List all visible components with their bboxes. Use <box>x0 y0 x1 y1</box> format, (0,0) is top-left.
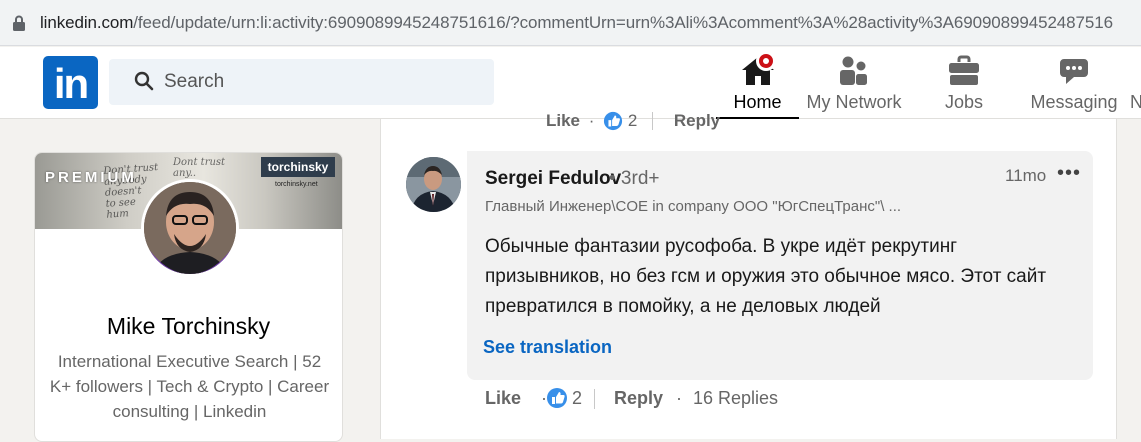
prev-reply-button[interactable]: Reply <box>674 111 720 131</box>
nav-home[interactable]: Home <box>716 47 799 119</box>
commenter-photo <box>406 157 461 212</box>
comment-author-name[interactable]: Sergei Fedulov <box>485 168 621 190</box>
comment-author-title: Главный Инженер\COE in company ООО "ЮгСп… <box>485 198 902 215</box>
banner-site: torchinsky.net <box>275 181 318 188</box>
url-path: /feed/update/urn:li:activity:69090899452… <box>133 13 1113 32</box>
people-icon <box>840 56 867 85</box>
briefcase-icon <box>949 55 979 85</box>
notification-badge <box>756 51 776 71</box>
search-input[interactable] <box>164 59 484 105</box>
nav-my-network-label: My Network <box>806 92 902 112</box>
url-text[interactable]: linkedin.com/feed/update/urn:li:activity… <box>40 13 1113 33</box>
search-box[interactable] <box>109 59 494 105</box>
prev-reaction-count[interactable]: 2 <box>628 111 637 131</box>
action-divider <box>594 389 595 409</box>
commenter-avatar[interactable] <box>406 157 461 212</box>
premium-label: PREMIUM <box>45 169 137 186</box>
chat-icon <box>1060 59 1088 84</box>
search-icon <box>134 71 154 91</box>
previous-comment-actions: Like · 2 Reply <box>546 110 721 131</box>
nav-messaging[interactable]: Messaging <box>1027 47 1121 119</box>
profile-name[interactable]: Mike Torchinsky <box>35 313 342 340</box>
more-options-icon[interactable]: ••• <box>1057 162 1081 185</box>
profile-headline: International Executive Search | 52 K+ f… <box>49 352 330 421</box>
comment-text: Обычные фантазии русофоба. В укре идёт р… <box>485 236 1047 317</box>
comments-section: Like · 2 Reply Sergei Fedulov • 3rd+ 11m… <box>380 111 1117 439</box>
like-reaction-icon <box>547 388 567 408</box>
profile-avatar[interactable]: #HIRING <box>141 179 239 277</box>
nav-my-network[interactable]: My Network <box>802 47 906 119</box>
linkedin-logo[interactable]: in <box>43 56 98 109</box>
prev-like-reaction-icon <box>604 111 623 130</box>
browser-address-bar[interactable]: linkedin.com/feed/update/urn:li:activity… <box>0 0 1141 46</box>
separator-dot: · <box>676 388 682 408</box>
comment-timestamp: 11mo <box>1005 166 1047 185</box>
avatar-photo <box>144 182 236 274</box>
replies-count-link[interactable]: 16 Replies <box>693 388 778 409</box>
profile-card: Don't trust anybody doesn't to see hum Dont … <box>34 152 343 442</box>
global-nav: in Home My Network Jobs <box>0 47 1141 119</box>
nav-home-label: Home <box>733 92 782 112</box>
prev-like-button[interactable]: Like <box>546 111 580 131</box>
lock-icon <box>13 15 25 31</box>
connection-degree: • 3rd+ <box>609 168 660 189</box>
reply-button[interactable]: Reply <box>614 388 663 409</box>
url-host: linkedin.com <box>40 13 134 32</box>
banner-brand-logo: torchinsky <box>261 157 335 177</box>
nav-jobs[interactable]: Jobs <box>928 47 1000 119</box>
like-button[interactable]: Like <box>485 388 521 409</box>
nav-messaging-label: Messaging <box>1030 92 1118 112</box>
nav-notifications-cut[interactable]: N <box>1130 92 1141 113</box>
reaction-count[interactable]: 2 <box>572 388 582 409</box>
comment-bubble: Sergei Fedulov • 3rd+ 11mo ••• Главный И… <box>467 151 1093 380</box>
see-translation-link[interactable]: See translation <box>483 337 612 358</box>
nav-jobs-label: Jobs <box>944 92 984 112</box>
